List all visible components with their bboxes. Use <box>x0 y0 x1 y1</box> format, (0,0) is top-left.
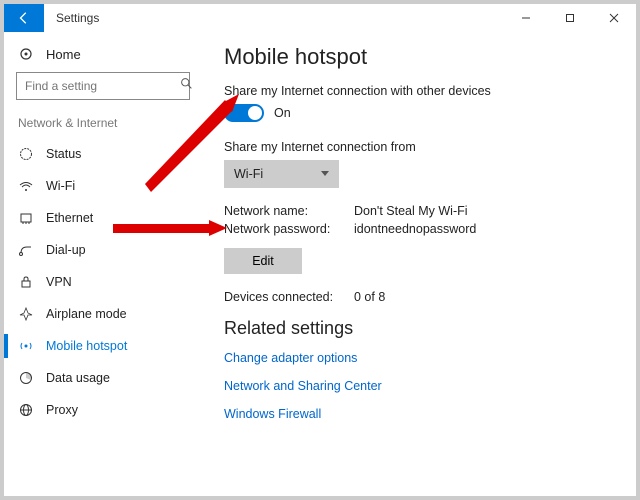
datausage-icon <box>18 370 34 386</box>
network-password-label: Network password: <box>224 222 354 236</box>
sidebar-item-label: Mobile hotspot <box>46 339 127 353</box>
wifi-icon <box>18 178 34 194</box>
network-name-label: Network name: <box>224 204 354 218</box>
section-label: Network & Internet <box>16 114 190 138</box>
network-name-value: Don't Steal My Wi-Fi <box>354 204 468 218</box>
close-icon <box>609 13 619 23</box>
vpn-icon <box>18 274 34 290</box>
sidebar-item-datausage[interactable]: Data usage <box>16 362 190 394</box>
toggle-state-label: On <box>274 106 291 120</box>
sidebar-item-label: Ethernet <box>46 211 93 225</box>
airplane-icon <box>18 306 34 322</box>
share-from-label: Share my Internet connection from <box>224 140 614 154</box>
share-description: Share my Internet connection with other … <box>224 84 614 98</box>
hotspot-icon <box>18 338 34 354</box>
sidebar-item-label: Dial-up <box>46 243 86 257</box>
link-network-sharing[interactable]: Network and Sharing Center <box>224 379 614 393</box>
sidebar-item-label: Wi-Fi <box>46 179 75 193</box>
hotspot-toggle[interactable] <box>224 104 264 122</box>
share-from-dropdown[interactable]: Wi-Fi <box>224 160 339 188</box>
sidebar-item-ethernet[interactable]: Ethernet <box>16 202 190 234</box>
sidebar-item-dialup[interactable]: Dial-up <box>16 234 190 266</box>
page-title: Mobile hotspot <box>224 44 614 70</box>
titlebar: Settings <box>4 4 636 32</box>
sidebar-item-wifi[interactable]: Wi-Fi <box>16 170 190 202</box>
minimize-button[interactable] <box>504 4 548 32</box>
sidebar-item-label: Airplane mode <box>46 307 127 321</box>
sidebar-item-airplane[interactable]: Airplane mode <box>16 298 190 330</box>
search-icon <box>180 77 193 95</box>
arrow-left-icon <box>17 11 31 25</box>
network-password-value: idontneednopassword <box>354 222 476 236</box>
search-input[interactable] <box>16 72 190 100</box>
sidebar-item-proxy[interactable]: Proxy <box>16 394 190 426</box>
devices-connected-label: Devices connected: <box>224 290 354 304</box>
maximize-button[interactable] <box>548 4 592 32</box>
share-from-value: Wi-Fi <box>234 167 263 181</box>
home-label: Home <box>46 47 81 62</box>
search-field[interactable] <box>25 79 180 93</box>
sidebar: Home Network & Internet Status Wi-Fi Eth… <box>4 32 202 496</box>
ethernet-icon <box>18 210 34 226</box>
sidebar-item-label: Proxy <box>46 403 78 417</box>
related-settings-heading: Related settings <box>224 318 614 339</box>
sidebar-item-label: Data usage <box>46 371 110 385</box>
sidebar-item-label: Status <box>46 147 81 161</box>
sidebar-item-hotspot[interactable]: Mobile hotspot <box>16 330 190 362</box>
home-nav[interactable]: Home <box>16 42 190 72</box>
main-content: Mobile hotspot Share my Internet connect… <box>202 32 636 496</box>
link-windows-firewall[interactable]: Windows Firewall <box>224 407 614 421</box>
edit-button[interactable]: Edit <box>224 248 302 274</box>
sidebar-item-status[interactable]: Status <box>16 138 190 170</box>
maximize-icon <box>565 13 575 23</box>
window-title: Settings <box>44 4 111 32</box>
devices-connected-value: 0 of 8 <box>354 290 385 304</box>
sidebar-item-vpn[interactable]: VPN <box>16 266 190 298</box>
sidebar-item-label: VPN <box>46 275 72 289</box>
close-button[interactable] <box>592 4 636 32</box>
status-icon <box>18 146 34 162</box>
link-adapter-options[interactable]: Change adapter options <box>224 351 614 365</box>
back-button[interactable] <box>4 4 44 32</box>
gear-icon <box>18 46 34 62</box>
proxy-icon <box>18 402 34 418</box>
minimize-icon <box>521 13 531 23</box>
dialup-icon <box>18 242 34 258</box>
